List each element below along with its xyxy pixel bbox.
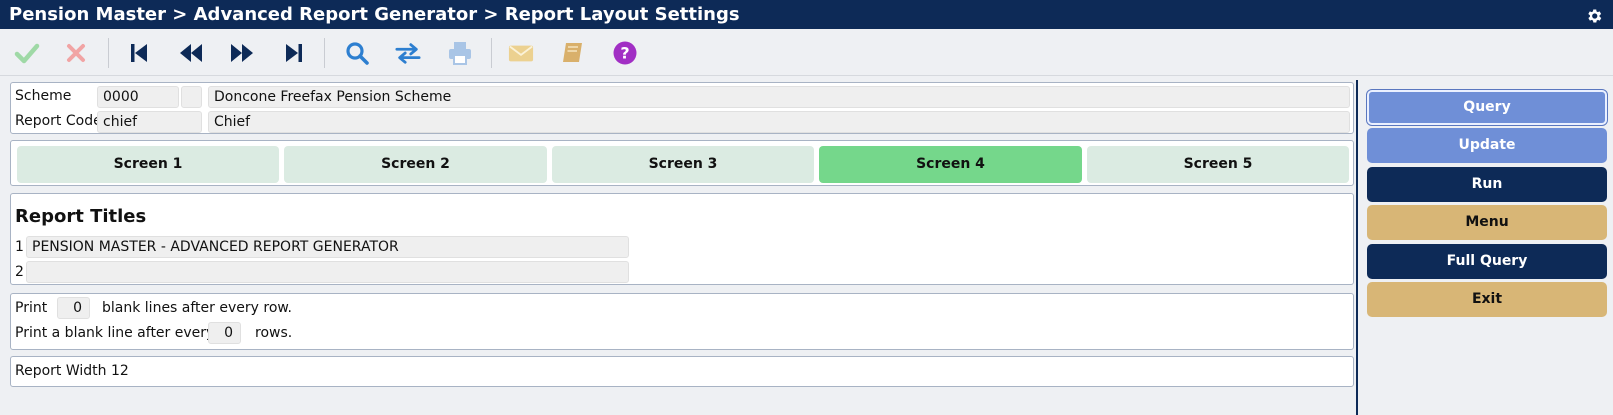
report-titles-heading: Report Titles: [15, 206, 147, 227]
search-icon[interactable]: [344, 40, 370, 66]
title-row-index: 1: [15, 239, 24, 255]
report-name-field: Chief: [208, 111, 1350, 133]
cross-icon[interactable]: [63, 40, 89, 66]
tab-screen-1[interactable]: Screen 1: [17, 146, 279, 183]
report-code-field[interactable]: chief: [97, 111, 202, 133]
scheme-label: Scheme: [15, 88, 72, 104]
next-record-icon[interactable]: [229, 40, 255, 66]
toolbar-divider: [324, 38, 325, 68]
print-label: Print: [15, 300, 48, 316]
query-button[interactable]: Query: [1367, 90, 1607, 125]
every-suffix: rows.: [255, 325, 293, 341]
title-line-2-field[interactable]: [26, 261, 629, 283]
tab-screen-2[interactable]: Screen 2: [284, 146, 547, 183]
title-bar: Pension Master > Advanced Report Generat…: [0, 0, 1613, 29]
title-line-1-field[interactable]: PENSION MASTER - ADVANCED REPORT GENERAT…: [26, 236, 629, 258]
screen-tabs: Screen 1 Screen 2 Screen 3 Screen 4 Scre…: [10, 140, 1354, 186]
full-query-button[interactable]: Full Query: [1367, 244, 1607, 279]
content-panel: Scheme 0000 Doncone Freefax Pension Sche…: [0, 78, 1356, 415]
mail-icon[interactable]: [508, 40, 534, 66]
title-row-index: 2: [15, 264, 24, 280]
scheme-name-field: Doncone Freefax Pension Scheme: [208, 86, 1350, 108]
blank-lines-suffix: blank lines after every row.: [102, 300, 292, 316]
print-icon[interactable]: [447, 40, 473, 66]
every-rows-field[interactable]: 0: [208, 322, 241, 344]
panel-divider: [1356, 80, 1358, 415]
menu-button[interactable]: Menu: [1367, 205, 1607, 240]
book-icon[interactable]: [560, 40, 586, 66]
svg-text:?: ?: [620, 44, 629, 63]
update-button[interactable]: Update: [1367, 128, 1607, 163]
tab-screen-3[interactable]: Screen 3: [552, 146, 814, 183]
run-button[interactable]: Run: [1367, 167, 1607, 202]
blank-lines-section: Print 0 blank lines after every row. Pri…: [10, 293, 1354, 350]
scheme-code-extra-field[interactable]: [181, 86, 202, 108]
blank-lines-field[interactable]: 0: [57, 297, 90, 319]
last-record-icon[interactable]: [281, 40, 307, 66]
header-fields-box: Scheme 0000 Doncone Freefax Pension Sche…: [10, 82, 1354, 134]
previous-record-icon[interactable]: [178, 40, 204, 66]
toolbar-divider: [491, 38, 492, 68]
report-code-label: Report Code: [15, 113, 102, 129]
swap-icon[interactable]: [395, 40, 421, 66]
tab-screen-4[interactable]: Screen 4: [819, 146, 1082, 183]
toolbar: ?: [0, 29, 1613, 76]
toolbar-divider: [108, 38, 109, 68]
report-titles-section: Report Titles 1 PENSION MASTER - ADVANCE…: [10, 193, 1354, 285]
report-width-section: Report Width 12: [10, 356, 1354, 387]
exit-button[interactable]: Exit: [1367, 282, 1607, 317]
window-title: Pension Master > Advanced Report Generat…: [9, 4, 740, 25]
checkmark-icon[interactable]: [14, 40, 40, 66]
gear-icon[interactable]: [1585, 5, 1603, 23]
tab-screen-5[interactable]: Screen 5: [1087, 146, 1349, 183]
every-label: Print a blank line after every: [15, 325, 215, 341]
scheme-code-field[interactable]: 0000: [97, 86, 179, 108]
report-width-text: Report Width 12: [15, 363, 129, 379]
first-record-icon[interactable]: [126, 40, 152, 66]
help-icon[interactable]: ?: [612, 40, 638, 66]
